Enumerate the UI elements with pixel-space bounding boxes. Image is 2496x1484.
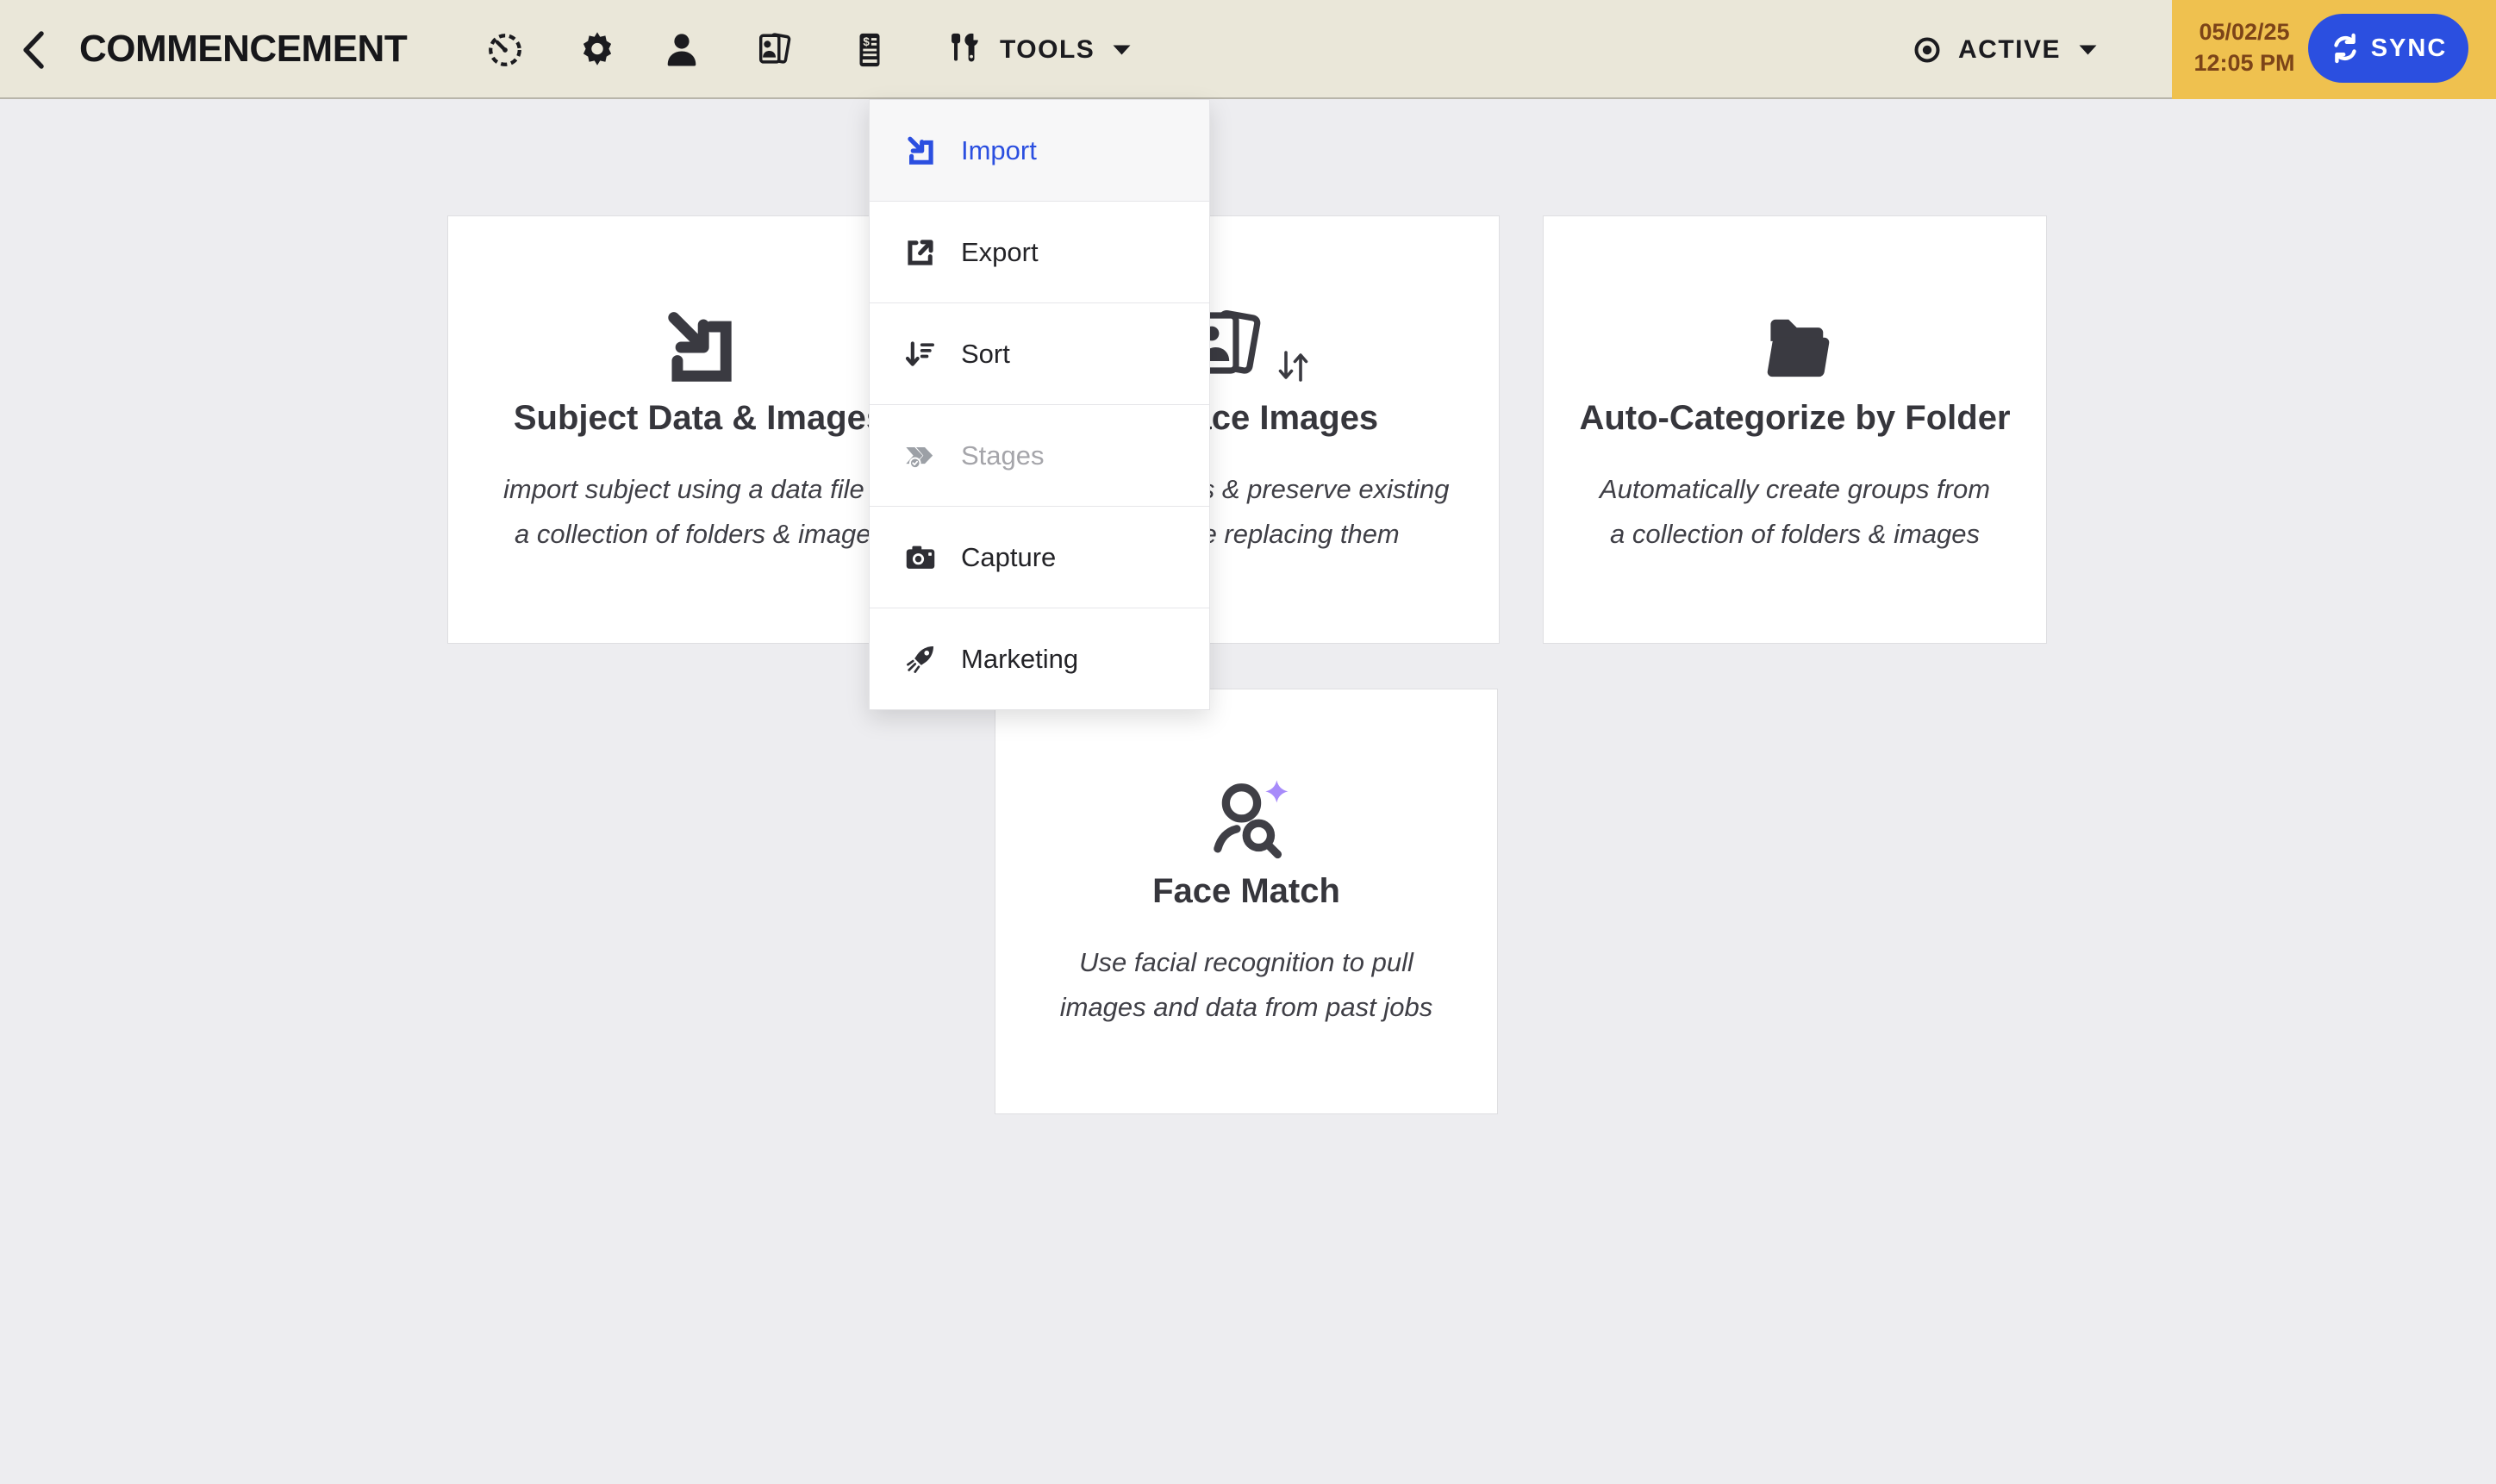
images-photos-icon[interactable] [755,30,795,70]
menu-item-import[interactable]: Import [870,100,1209,201]
import-icon [902,133,939,169]
tools-menu-trigger[interactable]: TOOLS [943,0,1132,99]
status-label: ACTIVE [1958,34,2062,64]
tools-menu-label: TOOLS [1000,34,1095,64]
card-auto-categorize-by-folder[interactable]: Auto-Categorize by Folder Automatically … [1543,215,2047,644]
rocket-icon [902,641,939,677]
sync-button-label: SYNC [2370,34,2448,62]
page-title: COMMENCEMENT [79,27,408,70]
tools-dropdown-menu: Import Export Sort Stages Capture Market… [869,99,1210,710]
card-description: Automatically create groups from a colle… [1599,474,1991,549]
svg-text:$: $ [863,35,870,48]
top-bar: COMMENCEMENT $ TOOLS ACTIVE 05/02/25 12:… [0,0,2496,99]
status-selector[interactable]: ACTIVE [1913,0,2098,99]
menu-item-stages: Stages [870,404,1209,506]
chevron-down-icon [1112,44,1132,56]
sync-refresh-icon [2330,33,2361,64]
folder-icon [1544,304,2046,389]
sync-date: 05/02/25 [2199,19,2290,45]
eye-icon [1913,36,1941,64]
chevron-left-icon [19,29,48,71]
stages-icon [902,438,939,474]
menu-item-label: Import [961,134,1037,165]
menu-item-sort[interactable]: Sort [870,302,1209,404]
menu-item-label: Export [961,236,1039,267]
subjects-person-icon[interactable] [662,30,702,70]
menu-item-capture[interactable]: Capture [870,506,1209,608]
orders-invoice-icon[interactable]: $ [850,30,889,70]
card-description: Use facial recognition to pull images an… [1059,947,1433,1022]
camera-icon [902,539,939,576]
dashboard-gauge-icon[interactable] [485,30,525,70]
card-title: Auto-Categorize by Folder [1579,399,2011,437]
sync-datetime: 05/02/25 12:05 PM [2187,16,2301,78]
menu-item-label: Stages [961,440,1045,471]
export-icon [902,234,939,271]
face-match-icon [995,777,1497,869]
menu-item-label: Capture [961,541,1057,572]
back-button[interactable] [19,29,48,71]
card-title: Face Match [1152,872,1340,910]
chevron-down-icon [2078,44,2098,56]
sync-button[interactable]: SYNC [2308,14,2468,83]
menu-item-label: Sort [961,338,1010,369]
swap-arrows-icon [1276,347,1310,385]
sort-icon [902,336,939,372]
menu-item-label: Marketing [961,643,1079,674]
card-face-match[interactable]: Face Match Use facial recognition to pul… [995,689,1498,1114]
sync-time: 12:05 PM [2193,50,2295,76]
settings-gear-icon[interactable] [577,30,617,70]
sync-panel: 05/02/25 12:05 PM SYNC [2172,0,2496,99]
app-window: COMMENCEMENT $ TOOLS ACTIVE 05/02/25 12:… [0,0,2496,1484]
tools-icon [943,30,983,70]
menu-item-marketing[interactable]: Marketing [870,608,1209,709]
menu-item-export[interactable]: Export [870,201,1209,302]
